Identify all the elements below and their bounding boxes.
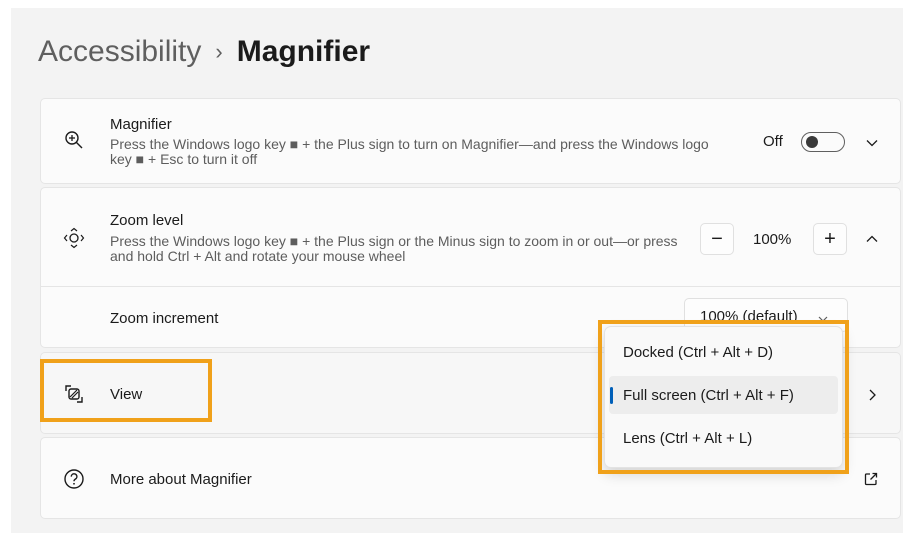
- zoom-in-icon: [63, 129, 85, 151]
- more-about-title: More about Magnifier: [110, 471, 252, 488]
- magnifier-title: Magnifier: [110, 116, 172, 133]
- zoom-level-description: Press the Windows logo key ■ + the Plus …: [110, 233, 678, 264]
- view-menu-item-full-screen[interactable]: Full screen (Ctrl + Alt + F): [609, 376, 838, 414]
- toggle-knob: [806, 136, 818, 148]
- view-menu-item-docked[interactable]: Docked (Ctrl + Alt + D): [609, 333, 838, 371]
- selection-indicator: [610, 387, 613, 404]
- magnifier-toggle[interactable]: [801, 132, 845, 152]
- zoom-decrease-button[interactable]: −: [700, 223, 734, 255]
- zoom-level-card[interactable]: Zoom level Press the Windows logo key ■ …: [40, 187, 901, 287]
- chevron-up-icon[interactable]: [865, 232, 879, 246]
- zoom-increase-button[interactable]: +: [813, 223, 847, 255]
- magnifier-card[interactable]: Magnifier Press the Windows logo key ■ +…: [40, 98, 901, 184]
- zoom-increment-selected: 100% (default): [700, 308, 798, 325]
- view-title: View: [110, 386, 143, 403]
- help-icon: [63, 468, 85, 490]
- breadcrumb: Accessibility › Magnifier: [38, 30, 370, 74]
- chevron-down-icon: [818, 316, 828, 322]
- zoom-increment-title: Zoom increment: [110, 310, 219, 327]
- page-title: Magnifier: [236, 35, 371, 68]
- chevron-down-icon[interactable]: [865, 136, 879, 150]
- view-menu-item-lens[interactable]: Lens (Ctrl + Alt + L): [609, 419, 838, 457]
- view-icon: [63, 383, 85, 405]
- magnifier-description: Press the Windows logo key ■ + the Plus …: [110, 136, 709, 167]
- zoom-value: 100%: [753, 231, 792, 248]
- breadcrumb-parent[interactable]: Accessibility: [38, 35, 201, 69]
- view-menu-item-label: Lens (Ctrl + Alt + L): [623, 429, 753, 447]
- open-external-icon[interactable]: [863, 471, 879, 487]
- breadcrumb-separator: ›: [215, 39, 223, 64]
- magnifier-toggle-label: Off: [763, 133, 783, 150]
- view-menu-item-label: Docked (Ctrl + Alt + D): [623, 343, 774, 361]
- view-menu: Docked (Ctrl + Alt + D) Full screen (Ctr…: [604, 326, 843, 468]
- zoom-move-icon: [63, 227, 85, 249]
- zoom-level-title: Zoom level: [110, 212, 184, 229]
- chevron-right-icon[interactable]: [865, 388, 879, 402]
- view-menu-item-label: Full screen (Ctrl + Alt + F): [623, 386, 794, 404]
